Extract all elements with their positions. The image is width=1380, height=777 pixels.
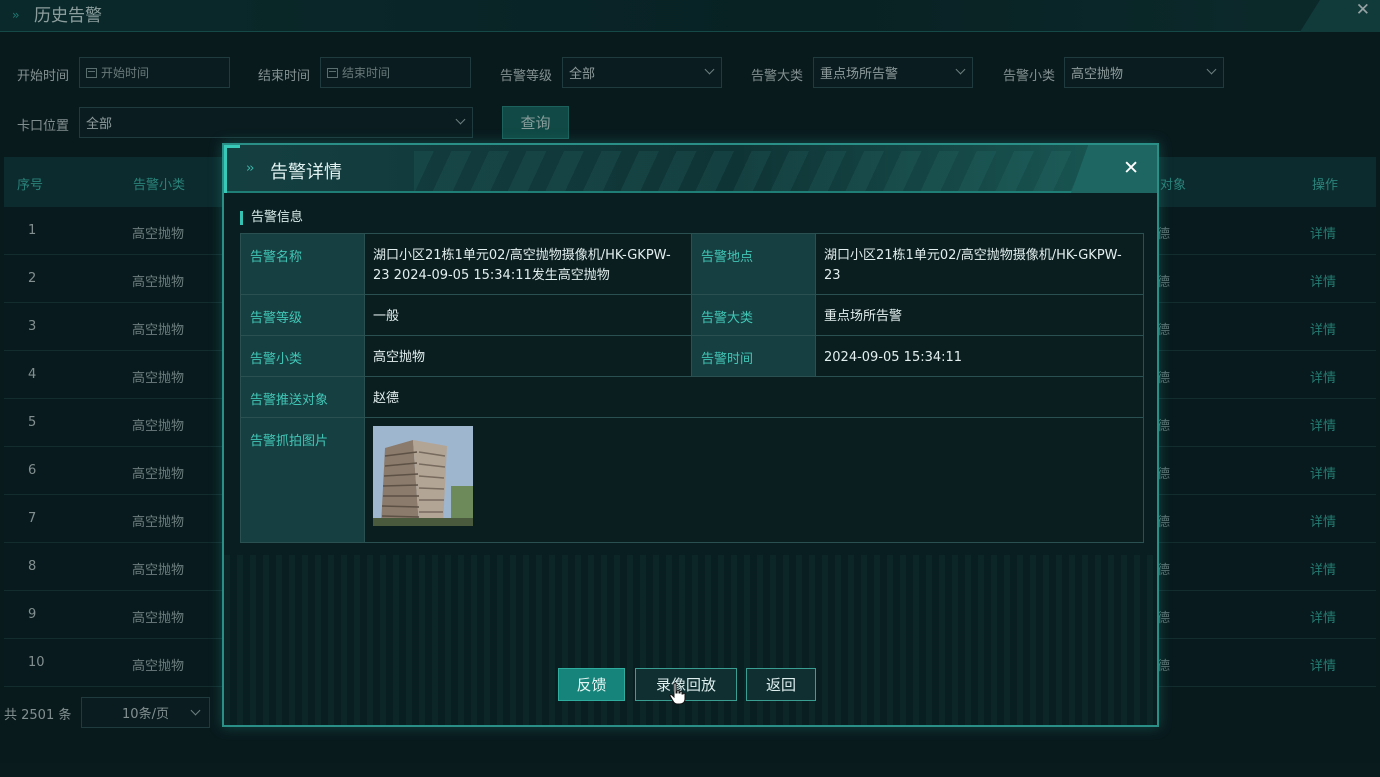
section-title: 告警信息 <box>240 211 303 225</box>
feedback-button[interactable]: 反馈 <box>558 668 625 701</box>
modal-title: 告警详情 <box>270 162 342 183</box>
level-field-label: 告警等级 <box>240 294 365 336</box>
building-illustration <box>373 426 473 526</box>
subcategory-field-value: 高空抛物 <box>364 335 692 377</box>
place-label: 告警地点 <box>691 233 816 295</box>
subcategory-field-label: 告警小类 <box>240 335 365 377</box>
alarm-snapshot-image[interactable] <box>373 426 473 526</box>
category-field-label: 告警大类 <box>691 294 816 336</box>
hand-cursor-icon <box>669 682 686 705</box>
push-target-value: 赵德 <box>364 376 1144 418</box>
place-value: 湖口小区21栋1单元02/高空抛物摄像机/HK-GKPW-23 <box>815 233 1144 295</box>
corner-accent <box>224 145 240 193</box>
category-field-value: 重点场所告警 <box>815 294 1144 336</box>
double-chevron-icon: ›› <box>246 161 255 176</box>
photo-cell <box>364 417 1144 543</box>
alarm-info-table: 告警名称 湖口小区21栋1单元02/高空抛物摄像机/HK-GKPW-23 202… <box>240 233 1144 543</box>
modal-close-icon[interactable]: ✕ <box>1123 157 1139 179</box>
modal-header: ›› 告警详情 ✕ <box>224 145 1157 193</box>
name-label: 告警名称 <box>240 233 365 295</box>
push-target-label: 告警推送对象 <box>240 376 365 418</box>
name-value: 湖口小区21栋1单元02/高空抛物摄像机/HK-GKPW-23 2024-09-… <box>364 233 692 295</box>
alarm-detail-modal: ›› 告警详情 ✕ 告警信息 告警名称 湖口小区21栋1单元02/高空抛物摄像机… <box>222 143 1159 727</box>
photo-label: 告警抓拍图片 <box>240 417 365 543</box>
header-stripes <box>414 151 1094 191</box>
level-field-value: 一般 <box>364 294 692 336</box>
time-field-label: 告警时间 <box>691 335 816 377</box>
time-field-value: 2024-09-05 15:34:11 <box>815 335 1144 377</box>
back-button[interactable]: 返回 <box>746 668 816 701</box>
modal-background-texture <box>224 555 1157 725</box>
